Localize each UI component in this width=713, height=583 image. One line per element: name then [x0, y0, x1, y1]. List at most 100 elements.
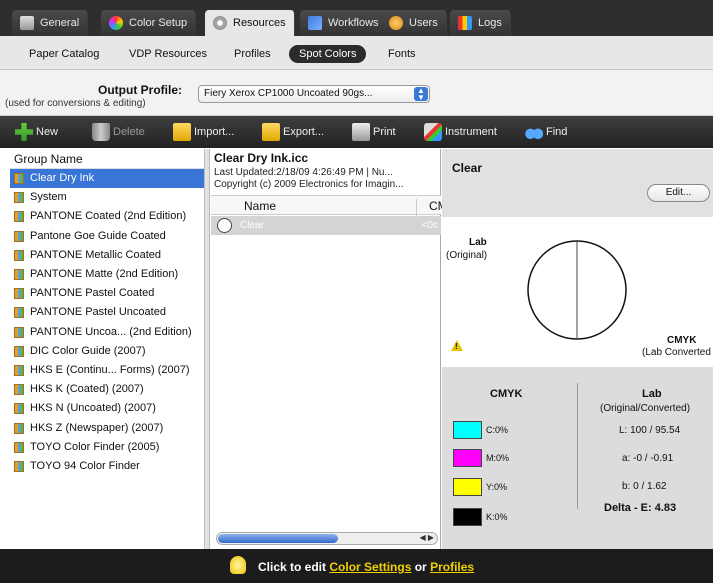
tab-users[interactable]: Users: [381, 10, 447, 36]
lab-original-sub: (Original): [446, 250, 488, 261]
name-column-header[interactable]: Name: [244, 199, 276, 213]
group-label: DIC Color Guide (2007): [30, 344, 146, 357]
group-list-item[interactable]: HKS N (Uncoated) (2007): [10, 399, 204, 418]
subtab-paper-catalog[interactable]: Paper Catalog: [19, 45, 109, 63]
logs-icon: [458, 16, 472, 30]
tab-resources[interactable]: Resources: [205, 10, 295, 36]
color-settings-link[interactable]: Color Settings: [329, 560, 411, 574]
row-cmyk: <0c: [421, 220, 438, 231]
table-row[interactable]: Clear <0c: [211, 216, 441, 235]
group-list-item[interactable]: Pantone Goe Guide Coated: [10, 227, 204, 246]
color-wheel-icon: [109, 16, 123, 30]
color-comparison: Lab (Original) ! CMYK (Lab Converted: [442, 217, 713, 367]
color-book-icon: [14, 364, 24, 376]
group-list-item[interactable]: Clear Dry Ink: [10, 169, 204, 189]
print-button[interactable]: Print: [352, 122, 396, 142]
color-book-icon: [14, 269, 24, 281]
group-list-item[interactable]: PANTONE Pastel Coated: [10, 284, 204, 303]
tab-color-setup[interactable]: Color Setup: [101, 10, 197, 36]
group-list-item[interactable]: PANTONE Uncoa... (2nd Edition): [10, 323, 204, 342]
group-list-item[interactable]: HKS E (Continu... Forms) (2007): [10, 361, 204, 380]
group-list-item[interactable]: PANTONE Coated (2nd Edition): [10, 207, 204, 226]
delete-button[interactable]: Delete: [92, 122, 145, 142]
tab-logs[interactable]: Logs: [450, 10, 511, 36]
delta-e-value: Delta - E: 4.83: [604, 502, 677, 514]
tab-label: Users: [409, 17, 438, 29]
edit-button[interactable]: Edit...: [647, 184, 710, 202]
tab-general[interactable]: General: [12, 10, 89, 36]
magenta-value: M:0%: [486, 453, 510, 463]
horizontal-scrollbar[interactable]: ◀ ▶: [216, 532, 438, 545]
group-label: TOYO 94 Color Finder: [30, 459, 140, 472]
group-name-header[interactable]: Group Name: [10, 149, 204, 169]
tab-label: Color Setup: [129, 17, 188, 29]
color-book-icon: [14, 173, 24, 185]
tab-label: Resources: [233, 17, 286, 29]
detail-header: Clear Edit...: [442, 149, 713, 217]
lab-b-value: b: 0 / 1.62: [622, 481, 667, 492]
workflow-icon: [308, 16, 322, 30]
plus-icon: [15, 123, 33, 141]
subtab-vdp-resources[interactable]: VDP Resources: [119, 45, 217, 63]
tab-label: General: [40, 17, 80, 29]
color-book-icon: [14, 249, 24, 261]
instrument-label: Instrument: [445, 126, 497, 138]
group-label: HKS N (Uncoated) (2007): [30, 402, 156, 415]
profiles-link[interactable]: Profiles: [430, 560, 474, 574]
output-profile-select[interactable]: Fiery Xerox CP1000 Uncoated 90gs... ▲ ▼: [198, 85, 430, 103]
export-button[interactable]: Export...: [262, 122, 324, 142]
find-button[interactable]: Find: [525, 122, 567, 142]
tab-workflows[interactable]: Workflows: [300, 10, 388, 36]
library-copyright: Copyright (c) 2009 Electronics for Imagi…: [214, 179, 404, 190]
import-label: Import...: [194, 126, 235, 138]
subtab-spot-colors[interactable]: Spot Colors: [289, 45, 367, 63]
group-list-item[interactable]: PANTONE Metallic Coated: [10, 246, 204, 265]
group-list-item[interactable]: HKS K (Coated) (2007): [10, 380, 204, 399]
subtab-profiles[interactable]: Profiles: [224, 45, 281, 63]
delete-label: Delete: [113, 126, 145, 138]
lab-original-title: Lab: [469, 237, 487, 248]
row-name: Clear: [240, 220, 264, 231]
cyan-value: C:0%: [486, 425, 509, 435]
group-list-item[interactable]: System: [10, 188, 204, 207]
lab-a-value: a: -0 / -0.91: [622, 453, 674, 464]
color-book-icon: [14, 307, 24, 319]
color-book-icon: [14, 422, 24, 434]
printer-icon: [20, 16, 34, 30]
color-book-icon: [14, 288, 24, 300]
import-button[interactable]: Import...: [173, 122, 234, 142]
new-button[interactable]: New: [15, 122, 58, 142]
color-book-icon: [14, 403, 24, 415]
group-list-item[interactable]: DIC Color Guide (2007): [10, 342, 204, 361]
tab-label: Workflows: [328, 17, 379, 29]
group-list-item[interactable]: TOYO 94 Color Finder: [10, 457, 204, 476]
subtab-fonts[interactable]: Fonts: [378, 45, 426, 63]
output-profile-sublabel: (used for conversions & editing): [5, 98, 146, 109]
group-label: System: [30, 191, 67, 204]
group-list-item[interactable]: TOYO Color Finder (2005): [10, 438, 204, 457]
color-book-icon: [14, 192, 24, 204]
gear-icon: [213, 16, 227, 30]
cmyk-converted-sub: (Lab Converted: [642, 347, 711, 358]
pane-splitter[interactable]: [205, 149, 210, 549]
status-text: Click to edit Color Settings or Profiles: [258, 560, 474, 574]
scroll-arrows-icon[interactable]: ◀ ▶: [419, 533, 434, 542]
black-value: K:0%: [486, 512, 508, 522]
lightbulb-icon: [230, 556, 246, 574]
color-book-icon: [14, 230, 24, 242]
printer-icon: [352, 123, 370, 141]
group-list-item[interactable]: HKS Z (Newspaper) (2007): [10, 418, 204, 437]
cmyk-converted-title: CMYK: [667, 335, 697, 346]
color-detail-pane: Clear Edit... Lab (Original) ! CMYK (Lab…: [442, 149, 713, 549]
magenta-swatch: [453, 449, 482, 467]
scrollbar-thumb[interactable]: [218, 534, 338, 543]
group-list-item[interactable]: PANTONE Matte (2nd Edition): [10, 265, 204, 284]
toolbar: New Delete Import... Export... Print Ins…: [0, 116, 713, 148]
instrument-button[interactable]: Instrument: [424, 122, 497, 142]
top-tab-bar: General Color Setup Resources Workflows …: [0, 0, 713, 36]
group-list-item[interactable]: PANTONE Pastel Uncoated: [10, 303, 204, 322]
output-profile-value: Fiery Xerox CP1000 Uncoated 90gs...: [204, 88, 373, 99]
comparison-circle: [527, 240, 627, 340]
color-book-icon: [14, 211, 24, 223]
binoculars-icon: [525, 123, 543, 141]
